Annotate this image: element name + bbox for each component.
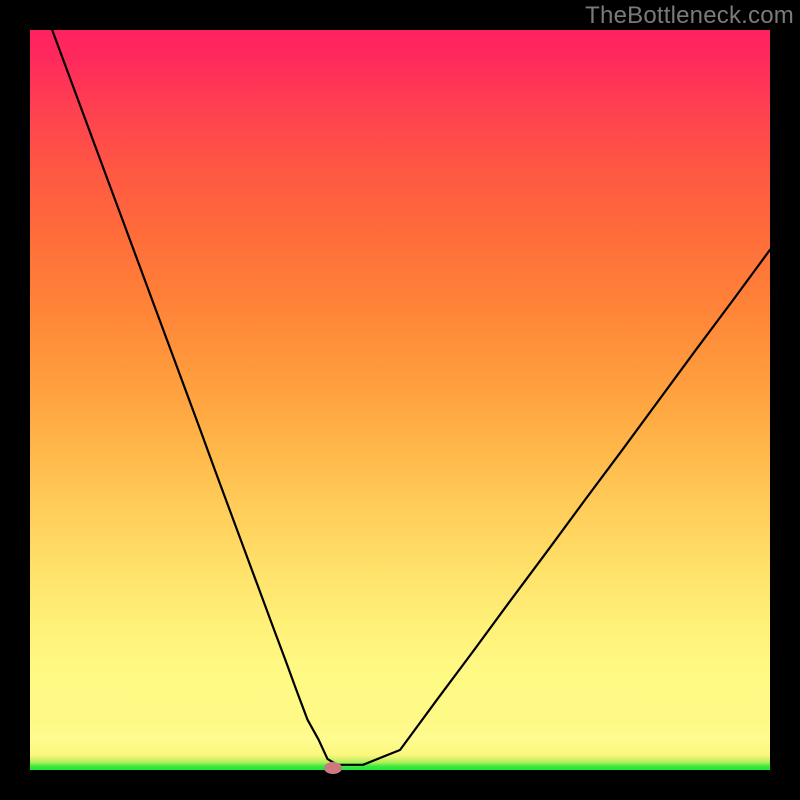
watermark-text: TheBottleneck.com — [585, 2, 794, 30]
chart-frame: TheBottleneck.com — [0, 0, 800, 800]
bottleneck-curve — [30, 30, 770, 770]
plot-area — [30, 30, 770, 770]
bottleneck-marker — [324, 762, 342, 774]
